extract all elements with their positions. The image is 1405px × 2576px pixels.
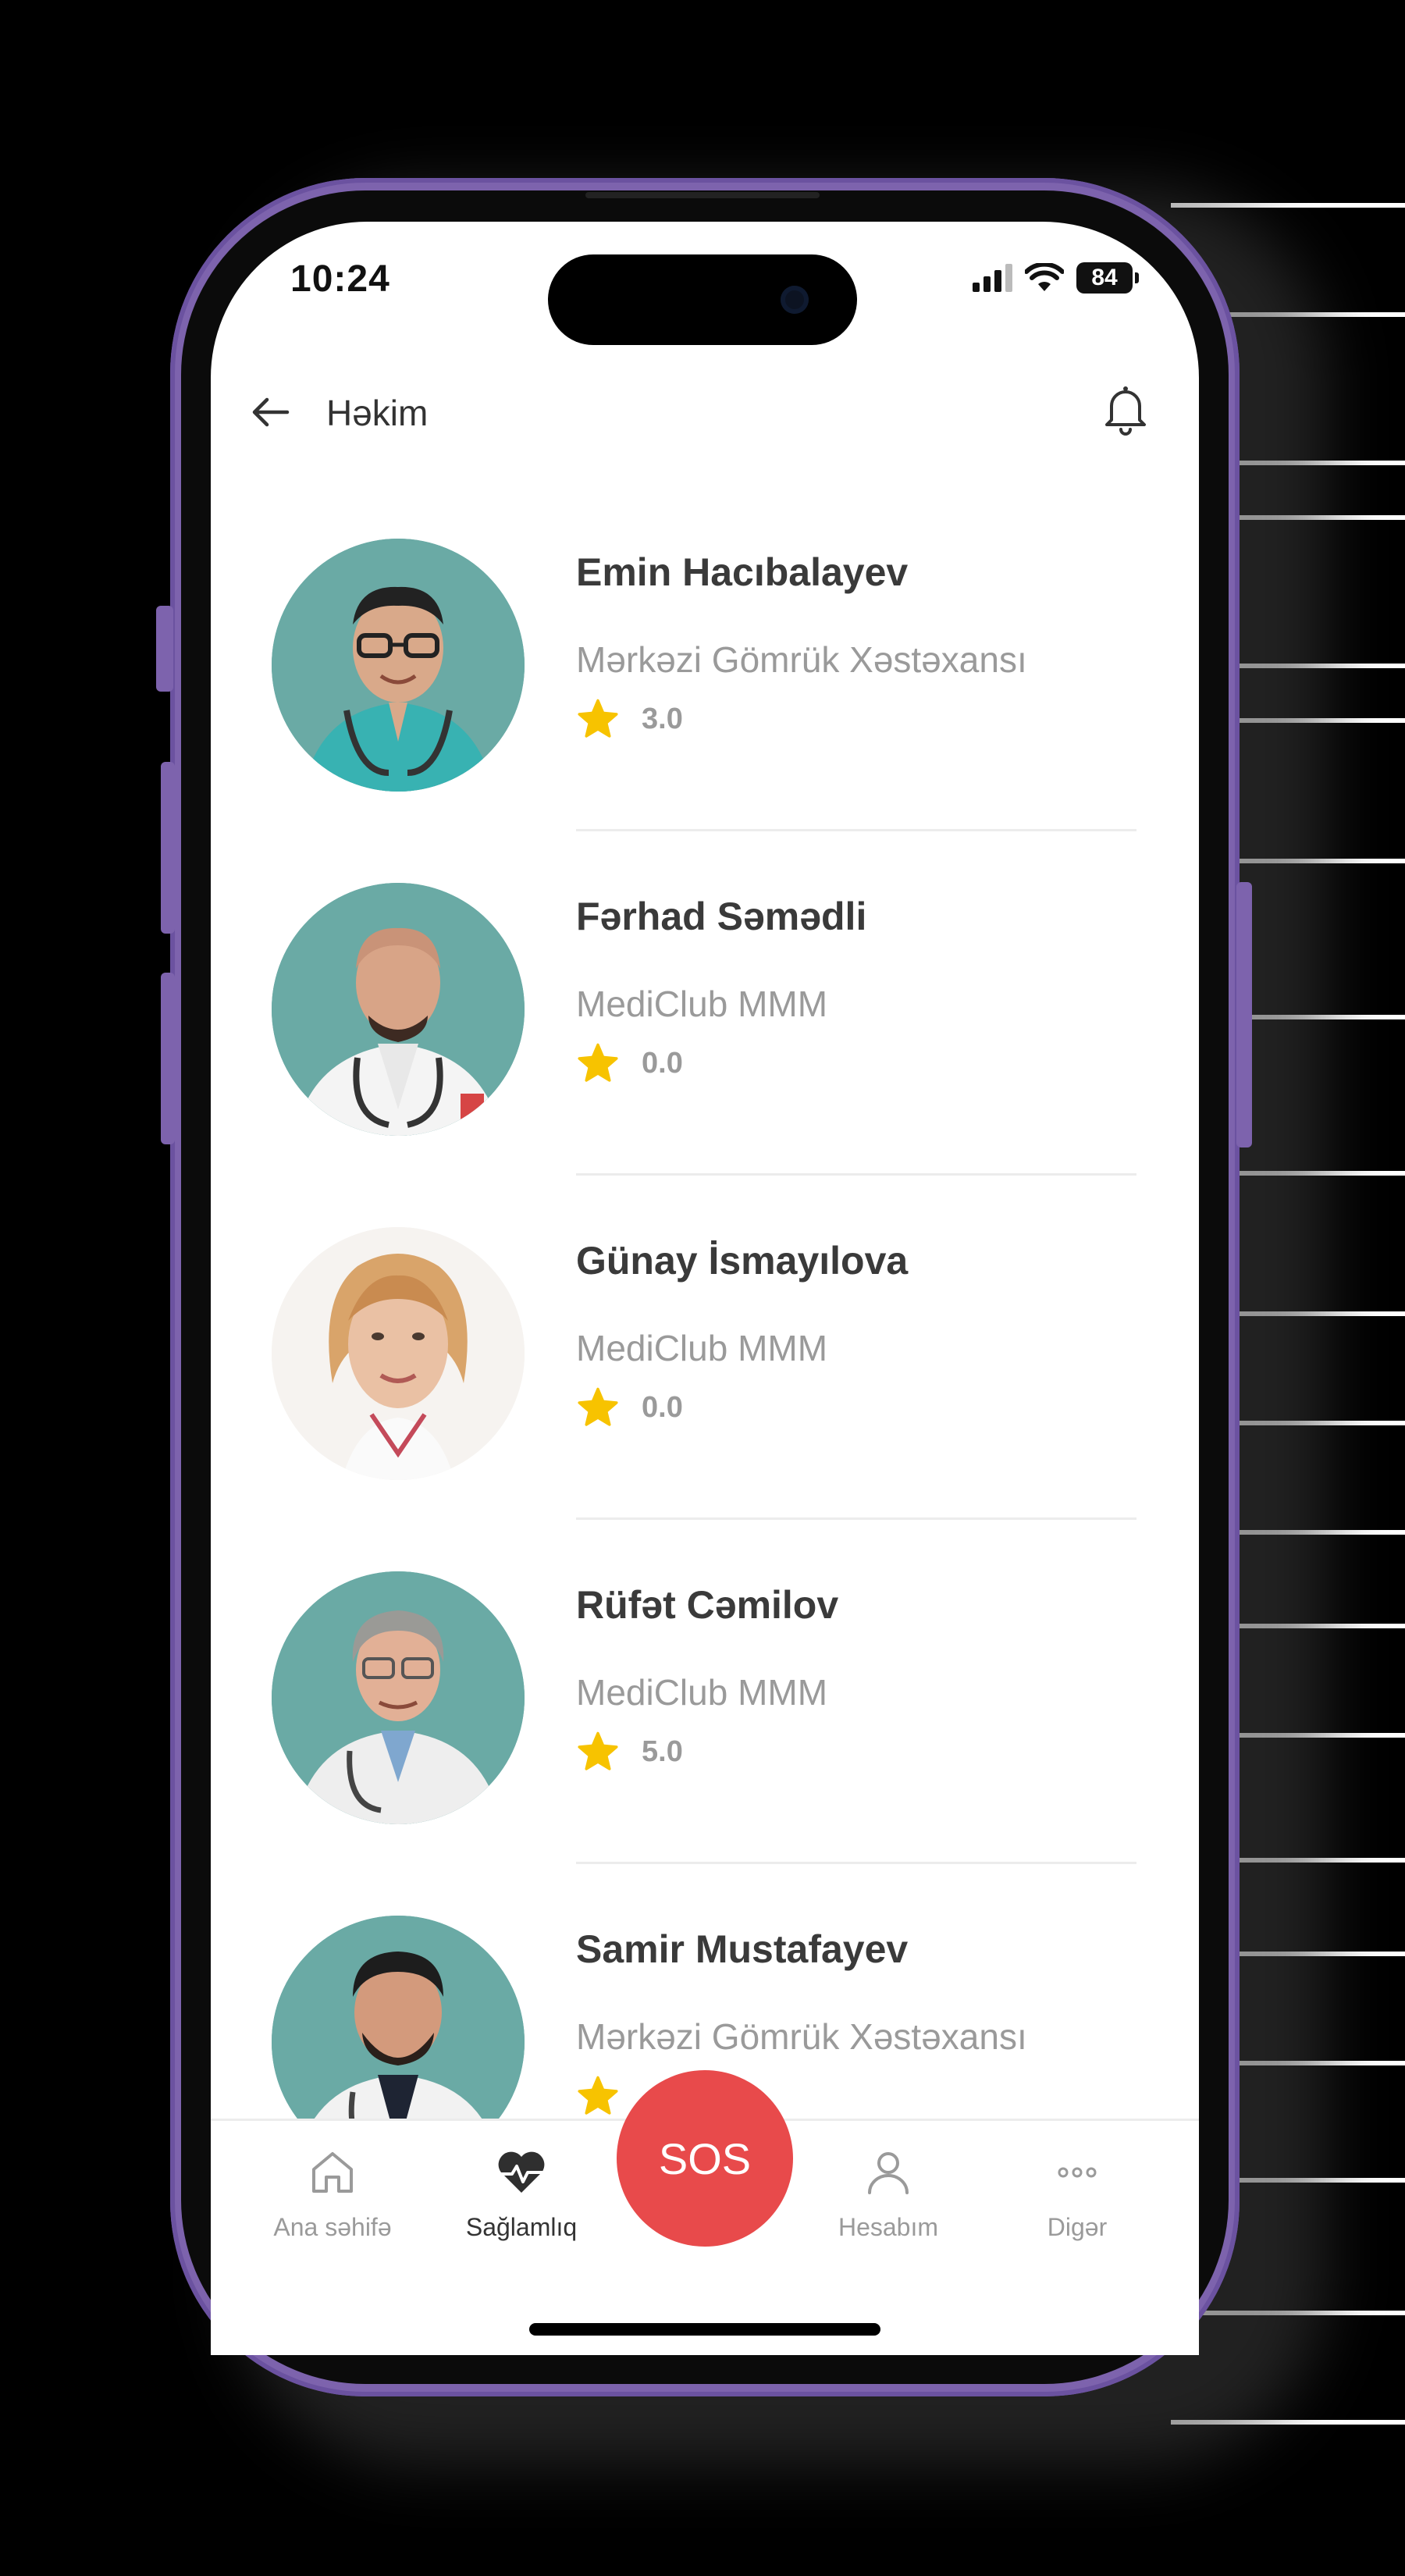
star-icon bbox=[578, 1387, 618, 1426]
doctor-item[interactable]: Rüfət Cəmilov MediClub MMM 5.0 bbox=[272, 1571, 1138, 1915]
rating-value: 0.0 bbox=[642, 1046, 683, 1080]
nav-label: Sağlamlıq bbox=[465, 2213, 578, 2241]
divider bbox=[576, 829, 1136, 831]
doctor-item[interactable]: Emin Hacıbalayev Mərkəzi Gömrük Xəstəxan… bbox=[272, 539, 1138, 882]
sos-button[interactable]: SOS bbox=[617, 2070, 793, 2247]
doctor-item[interactable]: Fərhad Səmədli MediClub MMM 0.0 bbox=[272, 883, 1138, 1226]
home-icon bbox=[312, 2152, 353, 2193]
doctor-rating: 5.0 bbox=[576, 1731, 683, 1773]
user-icon bbox=[868, 2152, 909, 2194]
star-icon bbox=[578, 699, 618, 738]
doctor-clinic: MediClub MMM bbox=[576, 1672, 828, 1713]
nav-item-more[interactable]: Digər bbox=[991, 2144, 1163, 2242]
divider bbox=[576, 1517, 1136, 1520]
star-icon bbox=[578, 2076, 618, 2115]
doctor-clinic: Mərkəzi Gömrük Xəstəxansı bbox=[576, 639, 1027, 680]
rating-value: 0.0 bbox=[642, 1390, 683, 1424]
nav-item-account[interactable]: Hesabım bbox=[802, 2144, 974, 2242]
doctor-name: Samir Mustafayev bbox=[576, 1927, 909, 1971]
doctor-avatar bbox=[272, 1916, 525, 2119]
doctor-name: Emin Hacıbalayev bbox=[576, 550, 909, 594]
star-icon bbox=[578, 1731, 618, 1770]
doctor-rating: 0.0 bbox=[576, 1042, 683, 1084]
divider bbox=[576, 1862, 1136, 1864]
doctor-clinic: MediClub MMM bbox=[576, 1328, 828, 1368]
doctor-name: Fərhad Səmədli bbox=[576, 895, 867, 938]
nav-label: Digər bbox=[1047, 2213, 1108, 2241]
doctor-avatar bbox=[272, 539, 525, 792]
rating-value: 5.0 bbox=[642, 1735, 683, 1768]
divider bbox=[576, 1173, 1136, 1176]
doctor-rating: 3.0 bbox=[576, 698, 683, 740]
nav-item-home[interactable]: Ana səhifə bbox=[247, 2144, 418, 2242]
heart-pulse-icon bbox=[498, 2151, 545, 2193]
rating-value: 3.0 bbox=[642, 702, 683, 735]
doctor-avatar bbox=[272, 883, 525, 1136]
more-icon bbox=[1058, 2167, 1097, 2178]
star-icon bbox=[578, 1043, 618, 1082]
doctor-clinic: MediClub MMM bbox=[576, 984, 828, 1024]
doctor-item[interactable]: Günay İsmayılova MediClub MMM 0.0 bbox=[272, 1227, 1138, 1571]
home-indicator[interactable] bbox=[529, 2323, 880, 2336]
doctor-avatar bbox=[272, 1227, 525, 1480]
doctor-rating: 0.0 bbox=[576, 1386, 683, 1429]
doctor-avatar bbox=[272, 1571, 525, 1824]
doctor-name: Rüfət Cəmilov bbox=[576, 1583, 839, 1627]
doctor-list: Emin Hacıbalayev Mərkəzi Gömrük Xəstəxan… bbox=[0, 0, 1405, 2123]
nav-label: Ana səhifə bbox=[273, 2213, 392, 2241]
doctor-clinic: Mərkəzi Gömrük Xəstəxansı bbox=[576, 2016, 1027, 2057]
nav-label: Hesabım bbox=[838, 2213, 939, 2241]
nav-item-health[interactable]: Sağlamlıq bbox=[436, 2144, 607, 2242]
doctor-name: Günay İsmayılova bbox=[576, 1239, 909, 1283]
